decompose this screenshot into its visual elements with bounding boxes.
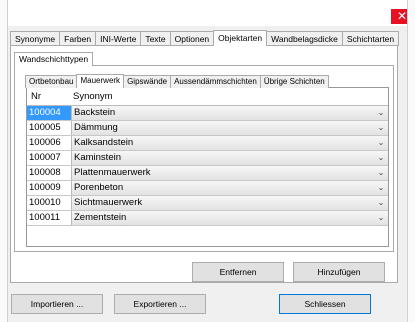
entfernen-button[interactable]: Entfernen xyxy=(192,262,284,282)
synonym-value: Sichtmauerwerk xyxy=(74,197,143,208)
synonym-dropdown[interactable]: Porenbeton ⌄ xyxy=(71,181,388,195)
nr-cell[interactable]: 100007 xyxy=(27,151,71,165)
synonym-dropdown[interactable]: Backstein ⌄ xyxy=(71,106,388,120)
synonym-dropdown[interactable]: Zementstein ⌄ xyxy=(71,211,388,225)
table-row[interactable]: 100005 Dämmung ⌄ xyxy=(27,121,388,136)
synonym-grid: Nr Synonym 100004 Backstein ⌄ 100005 Däm… xyxy=(26,87,389,247)
table-row[interactable]: 100007 Kaminstein ⌄ xyxy=(27,151,388,166)
tab-gipswaende[interactable]: Gipswände xyxy=(123,75,172,88)
nr-cell[interactable]: 100008 xyxy=(27,166,71,180)
schliessen-button[interactable]: Schliessen xyxy=(279,294,371,314)
synonym-value: Zementstein xyxy=(74,212,127,223)
nr-cell[interactable]: 100006 xyxy=(27,136,71,150)
tab-wandschichttypen[interactable]: Wandschichttypen xyxy=(14,52,94,66)
nr-cell[interactable]: 100011 xyxy=(27,211,71,225)
table-row[interactable]: 100006 Kalksandstein ⌄ xyxy=(27,136,388,151)
table-row[interactable]: 100010 Sichtmauerwerk ⌄ xyxy=(27,196,388,211)
synonym-dropdown[interactable]: Sichtmauerwerk ⌄ xyxy=(71,196,388,210)
synonym-value: Kalksandstein xyxy=(74,137,134,148)
chevron-down-icon[interactable]: ⌄ xyxy=(374,106,388,120)
window-frame-right xyxy=(407,0,415,322)
synonym-value: Porenbeton xyxy=(74,182,124,193)
tab-mauerwerk[interactable]: Mauerwerk xyxy=(76,74,125,88)
nr-cell[interactable]: 100004 xyxy=(27,106,71,120)
synonym-dropdown[interactable]: Kaminstein ⌄ xyxy=(71,151,388,165)
chevron-down-icon[interactable]: ⌄ xyxy=(374,166,388,180)
table-row[interactable]: 100011 Zementstein ⌄ xyxy=(27,211,388,226)
title-bar: ✕ xyxy=(0,0,415,26)
table-row[interactable]: 100004 Backstein ⌄ xyxy=(27,106,388,121)
synonym-value: Kaminstein xyxy=(74,152,121,163)
tab-aussendaemmschichten[interactable]: Aussendämmschichten xyxy=(170,75,261,88)
hinzufuegen-button[interactable]: Hinzufügen xyxy=(293,262,385,282)
tab-objektarten[interactable]: Objektarten xyxy=(213,30,268,46)
nr-cell[interactable]: 100009 xyxy=(27,181,71,195)
chevron-down-icon[interactable]: ⌄ xyxy=(374,151,388,165)
column-header-nr: Nr xyxy=(31,91,42,102)
synonym-dropdown[interactable]: Dämmung ⌄ xyxy=(71,121,388,135)
chevron-down-icon[interactable]: ⌄ xyxy=(374,196,388,210)
tab-ortbetonbau[interactable]: Ortbetonbau xyxy=(25,75,78,88)
column-header-synonym: Synonym xyxy=(73,91,113,102)
exportieren-button[interactable]: Exportieren ... xyxy=(114,294,206,314)
nr-cell[interactable]: 100010 xyxy=(27,196,71,210)
tab-synonyme[interactable]: Synonyme xyxy=(10,31,61,46)
grid-header: Nr Synonym xyxy=(27,88,388,106)
tab-wandbelagsdicke[interactable]: Wandbelagsdicke xyxy=(266,31,343,46)
tab-texte[interactable]: Texte xyxy=(140,31,171,46)
table-row[interactable]: 100008 Plattenmauerwerk ⌄ xyxy=(27,166,388,181)
table-row[interactable]: 100009 Porenbeton ⌄ xyxy=(27,181,388,196)
synonym-value: Plattenmauerwerk xyxy=(74,167,151,178)
chevron-down-icon[interactable]: ⌄ xyxy=(374,121,388,135)
tab-schichtarten[interactable]: Schichtarten xyxy=(341,31,400,46)
inner-tabstrip: Ortbetonbau Mauerwerk Gipswände Aussendä… xyxy=(25,74,329,88)
synonym-value: Backstein xyxy=(74,107,116,118)
tab-optionen[interactable]: Optionen xyxy=(169,31,215,46)
importieren-button[interactable]: Importieren ... xyxy=(11,294,103,314)
nr-cell[interactable]: 100005 xyxy=(27,121,71,135)
tab-ini-werte[interactable]: INI-Werte xyxy=(95,31,142,46)
tab-farben[interactable]: Farben xyxy=(59,31,97,46)
top-tabstrip: Synonyme Farben INI-Werte Texte Optionen… xyxy=(10,30,400,46)
chevron-down-icon[interactable]: ⌄ xyxy=(374,211,388,225)
tab-uebrige-schichten[interactable]: Übrige Schichten xyxy=(259,75,329,88)
settings-dialog: ✕ Synonyme Farben INI-Werte Texte Option… xyxy=(0,0,415,322)
chevron-down-icon[interactable]: ⌄ xyxy=(374,181,388,195)
synonym-dropdown[interactable]: Kalksandstein ⌄ xyxy=(71,136,388,150)
synonym-value: Dämmung xyxy=(74,122,118,133)
chevron-down-icon[interactable]: ⌄ xyxy=(374,136,388,150)
synonym-dropdown[interactable]: Plattenmauerwerk ⌄ xyxy=(71,166,388,180)
window-frame-left xyxy=(0,0,8,322)
